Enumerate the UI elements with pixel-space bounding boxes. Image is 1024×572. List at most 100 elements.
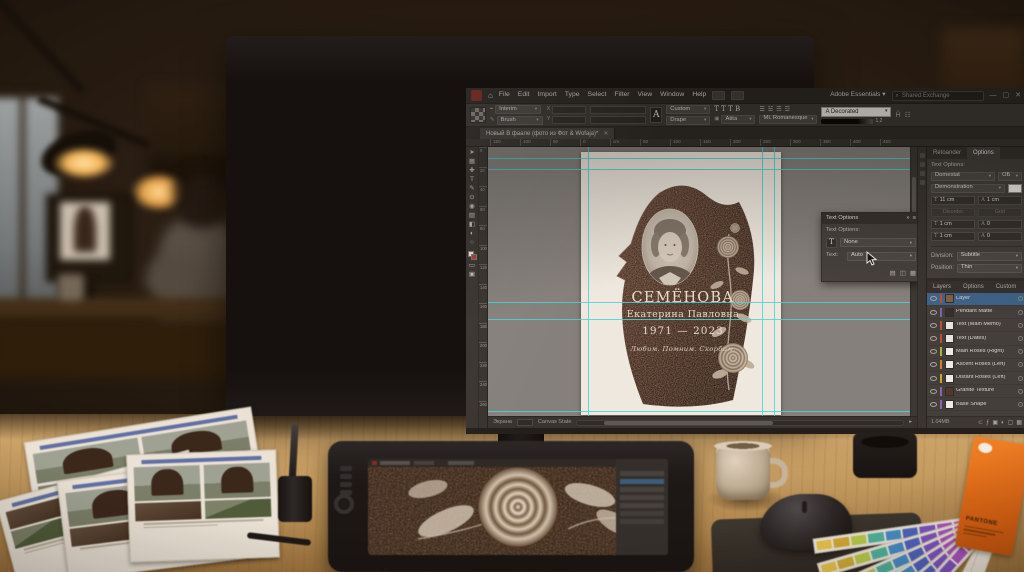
text-style-combo[interactable]: None (840, 238, 916, 247)
tab-options[interactable]: Options (967, 147, 1000, 159)
adjustment-icon[interactable]: ◐ (1001, 420, 1005, 426)
zoom-field[interactable] (517, 419, 533, 426)
text-mode-combo[interactable]: Auto (847, 252, 916, 261)
unit-combo[interactable]: ОБ (998, 172, 1022, 181)
layer-name[interactable]: Ascent Roses (Left) (956, 362, 1016, 368)
layer-thumbnail[interactable] (945, 400, 954, 409)
tool-button[interactable]: ◐ (470, 231, 474, 238)
visibility-eye-icon[interactable] (930, 296, 937, 301)
guide[interactable] (488, 158, 917, 159)
new-layer-icon[interactable]: ▢ (1008, 420, 1014, 426)
lock-icon[interactable] (1018, 336, 1023, 341)
layer-name[interactable]: Layer (956, 296, 1016, 302)
lock-icon[interactable] (1018, 362, 1023, 367)
stroke-preview[interactable] (821, 119, 873, 124)
tool-button[interactable]: ➤ (469, 150, 474, 157)
layer-thumbnail[interactable] (945, 374, 954, 383)
window-control-button[interactable]: ✕ (1015, 92, 1021, 99)
alignment-buttons[interactable]: ☰☱☴☲ (759, 107, 817, 113)
layer-thumbnail[interactable] (945, 360, 954, 369)
layer-row[interactable]: Ascent Roses (Left) (927, 359, 1024, 372)
layer-style-icon[interactable]: ƒ (986, 420, 989, 426)
window-control-button[interactable]: ▢ (1003, 92, 1010, 99)
layers-tab[interactable]: Custom (990, 281, 1023, 293)
character-preset-combo[interactable]: A Decorated (821, 107, 891, 117)
tab-paragraph[interactable]: Retoander (927, 147, 967, 159)
layer-thumbnail[interactable] (945, 294, 954, 303)
panel-icon[interactable] (920, 171, 925, 176)
position-combo[interactable]: Thin (957, 264, 1022, 273)
artboard[interactable]: СЕМЁНОВА Екатерина Павловна 1971 — 2023 … (581, 152, 781, 415)
layer-row[interactable]: Granite Texture (927, 385, 1024, 398)
menu-item[interactable]: Select (588, 92, 607, 99)
style-combo[interactable]: Drape (666, 116, 710, 125)
font-size-stepper[interactable]: T11 cm (931, 196, 975, 205)
visibility-eye-icon[interactable] (930, 376, 937, 381)
close-tab-icon[interactable]: ✕ (603, 131, 608, 137)
lock-icon[interactable] (1018, 296, 1023, 301)
panel-footer-icon[interactable]: ◫ (900, 271, 906, 278)
tool-button[interactable]: ◉ (469, 204, 475, 211)
layer-thumbnail[interactable] (945, 334, 954, 343)
visibility-eye-icon[interactable] (930, 362, 937, 367)
lock-icon[interactable] (1018, 349, 1023, 354)
menu-item[interactable]: File (499, 92, 510, 99)
division-combo[interactable]: Subtitle (957, 252, 1022, 261)
visibility-eye-icon[interactable] (930, 310, 937, 315)
lock-icon[interactable] (1018, 389, 1023, 394)
layer-row[interactable]: Distant Roses (Left) (927, 372, 1024, 385)
link-layers-icon[interactable]: ⊂ (978, 420, 983, 426)
background-color[interactable] (471, 254, 477, 260)
layer-row[interactable]: Text (Main Memo) (927, 319, 1024, 332)
layer-name[interactable]: Granite Texture (956, 388, 1016, 394)
text-options-panel[interactable]: Text Options » ≡ Text Options: T None T (821, 212, 917, 282)
tool-button[interactable]: ▦ (469, 159, 475, 166)
home-icon[interactable]: ⌂ (488, 92, 493, 100)
kerning-stepper[interactable]: A0 (978, 220, 1022, 229)
font-style-combo[interactable]: Demonstration (931, 184, 1005, 193)
layer-thumbnail[interactable] (945, 347, 954, 356)
layer-row[interactable]: Text (Dates) (927, 332, 1024, 345)
baseline-stepper[interactable]: T1 cm (931, 232, 975, 241)
guide[interactable] (762, 147, 763, 416)
tool-button[interactable]: ✚ (469, 168, 474, 175)
menu-item[interactable]: Edit (518, 92, 530, 99)
type-style-buttons[interactable]: T T T B (714, 106, 755, 113)
layer-name[interactable]: Distant Roses (Left) (956, 375, 1016, 381)
panel-footer-icon[interactable]: ▦ (910, 271, 916, 278)
layer-thumbnail[interactable] (945, 321, 954, 330)
lock-icon[interactable] (1018, 376, 1023, 381)
search-input[interactable]: ⌕Shared Exchange (892, 91, 984, 101)
layer-row[interactable]: Pendant Matte (927, 306, 1024, 319)
menu-item[interactable]: Window (660, 92, 684, 99)
y-input[interactable] (552, 116, 586, 124)
color-swatches[interactable] (468, 251, 477, 260)
tool-button[interactable]: ⊙ (469, 195, 474, 202)
leading-stepper[interactable]: A1 cm (978, 196, 1022, 205)
guide[interactable] (488, 169, 917, 170)
menu-item[interactable]: Type (565, 92, 580, 99)
warp-icon[interactable]: Ĥ (895, 112, 900, 119)
tool-button[interactable]: ○ (470, 240, 474, 247)
visibility-eye-icon[interactable] (930, 389, 937, 394)
canvas[interactable]: СЕМЁНОВА Екатерина Павловна 1971 — 2023 … (488, 147, 917, 428)
guide[interactable] (488, 302, 917, 303)
layer-row[interactable]: Main Roses (Right) (927, 346, 1024, 359)
menu-item[interactable]: Filter (614, 92, 629, 99)
layers-tab[interactable]: Options (957, 281, 990, 293)
layer-name[interactable]: Text (Dates) (956, 336, 1016, 342)
text-color-swatch[interactable] (1008, 184, 1022, 193)
tool-button[interactable]: ✎ (469, 186, 474, 193)
workspace-switcher[interactable]: Adobe Essentials ▾ (830, 92, 885, 99)
visibility-eye-icon[interactable] (930, 336, 937, 341)
font-family-combo[interactable]: Domestat (931, 172, 995, 181)
visibility-eye-icon[interactable] (930, 402, 937, 407)
panel-icon[interactable] (920, 153, 925, 158)
delete-layer-icon[interactable]: ▦ (1016, 420, 1022, 426)
preset-combo[interactable]: Interim (495, 105, 541, 114)
height-input[interactable] (590, 116, 646, 124)
layer-thumbnail[interactable] (945, 308, 954, 317)
collapse-icon[interactable]: » (906, 216, 909, 222)
app-logo-icon[interactable] (471, 90, 482, 101)
mask-mode-button[interactable]: ▭ (469, 263, 475, 270)
